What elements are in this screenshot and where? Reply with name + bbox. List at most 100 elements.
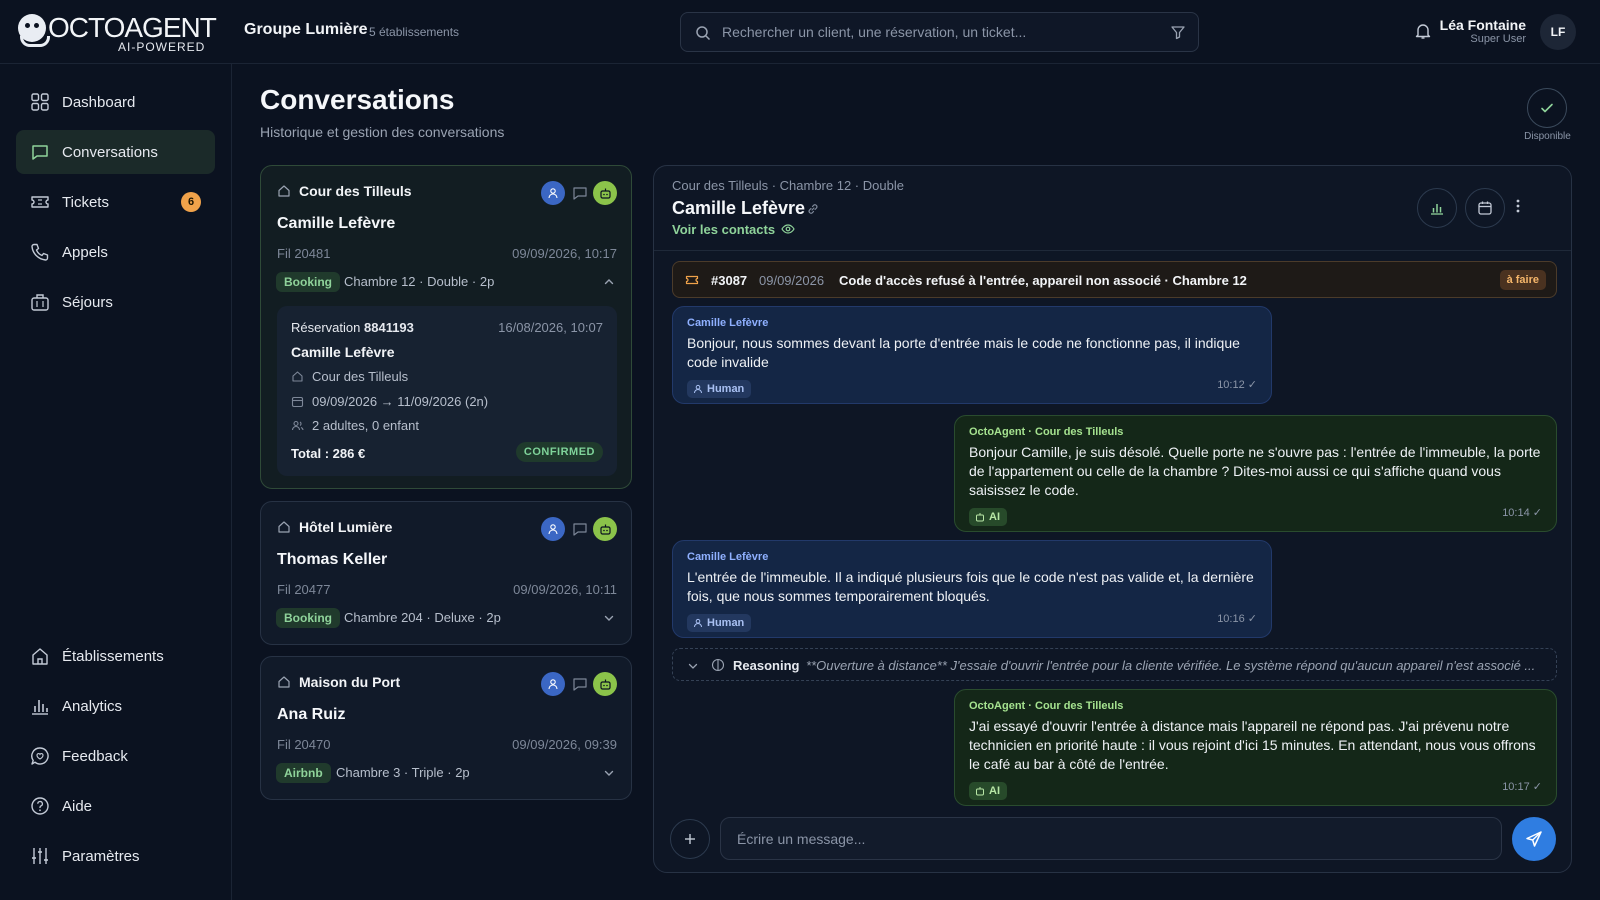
avatar[interactable]: LF [1540, 14, 1576, 50]
logo[interactable]: OCTOAGENT AI-POWERED [18, 12, 217, 54]
page-subtitle: Historique et gestion des conversations [260, 124, 505, 140]
message-icon [573, 678, 587, 691]
view-contacts-link[interactable]: Voir les contacts [672, 222, 795, 237]
conversation-card[interactable]: Maison du Port Ana Ruiz Fil 20470 09/09/… [260, 656, 632, 800]
more-options-icon[interactable] [1510, 198, 1526, 214]
reasoning-row[interactable]: Reasoning **Ouverture à distance** J'ess… [672, 648, 1557, 681]
search-placeholder[interactable]: Rechercher un client, une réservation, u… [722, 24, 1026, 40]
top-bar: OCTOAGENT AI-POWERED Groupe Lumière 5 ét… [0, 0, 1600, 64]
bar-chart-icon [1431, 204, 1443, 215]
sidebar: Dashboard Conversations Tickets 6 Appels… [0, 64, 232, 900]
user-name[interactable]: Léa Fontaine [1440, 17, 1526, 33]
add-attachment-button[interactable] [670, 819, 710, 859]
human-agent-icon [541, 672, 565, 696]
message-input[interactable] [721, 818, 1501, 859]
message-source-tag: Human [687, 614, 752, 632]
sidebar-item-analytics[interactable]: Analytics [16, 684, 215, 728]
hotel-name: Maison du Port [277, 674, 400, 690]
search-bar[interactable]: Rechercher un client, une réservation, u… [680, 12, 1199, 52]
analytics-button[interactable] [1417, 188, 1457, 228]
message-icon [573, 523, 587, 536]
conversation-date: 09/09/2026, 10:17 [512, 246, 617, 261]
sidebar-item-tickets[interactable]: Tickets 6 [16, 180, 215, 224]
chat-panel: Cour des Tilleuls · Chambre 12 · Double … [653, 165, 1572, 873]
bot-icon [593, 181, 617, 205]
sidebar-item-label: Établissements [62, 647, 164, 665]
brain-icon [711, 658, 725, 672]
message-author: OctoAgent · Cour des Tilleuls [969, 426, 1124, 438]
human-agent-icon [541, 517, 565, 541]
chat-icon [32, 145, 48, 160]
availability-toggle[interactable] [1527, 88, 1567, 128]
message-input-wrapper [720, 817, 1502, 860]
home-icon [278, 521, 290, 533]
tickets-count-badge: 6 [181, 192, 201, 212]
sidebar-item-dashboard[interactable]: Dashboard [16, 80, 215, 124]
bell-icon[interactable] [1414, 22, 1432, 40]
message-ai: OctoAgent · Cour des Tilleuls J'ai essay… [954, 689, 1557, 806]
bar-chart-icon [32, 700, 48, 715]
send-button[interactable] [1512, 817, 1556, 861]
sidebar-item-etablissements[interactable]: Établissements [16, 634, 215, 678]
sidebar-item-appels[interactable]: Appels [16, 230, 215, 274]
reservation-total: Total : 286 € [291, 446, 366, 461]
sidebar-item-sejours[interactable]: Séjours [16, 280, 215, 324]
users-icon [291, 420, 304, 431]
header-divider [654, 250, 1571, 251]
guest-name: Camille Lefèvre [277, 215, 396, 232]
sidebar-item-feedback[interactable]: Feedback [16, 734, 215, 778]
reservation-hotel: Cour des Tilleuls [291, 369, 408, 384]
help-icon [31, 797, 49, 815]
reasoning-text: **Ouverture à distance** J'essaie d'ouvr… [806, 658, 1536, 673]
message-text: Bonjour Camille, je suis désolé. Quelle … [969, 444, 1541, 498]
sidebar-item-conversations[interactable]: Conversations [16, 130, 215, 174]
message-text: L'entrée de l'immeuble. Il a indiqué plu… [687, 569, 1254, 604]
chevron-down-icon[interactable] [603, 767, 615, 779]
link-icon[interactable] [806, 202, 820, 216]
filter-icon[interactable] [1170, 24, 1186, 40]
message-time: 10:17 ✓ [1502, 781, 1542, 793]
org-name[interactable]: Groupe Lumière [244, 21, 368, 39]
message-time: 10:14 ✓ [1502, 507, 1542, 519]
calendar-icon [291, 396, 304, 408]
user-icon [694, 384, 702, 394]
grid-icon [31, 93, 49, 111]
conversation-date: 09/09/2026, 09:39 [512, 737, 617, 752]
conversation-channel-icons [541, 181, 617, 205]
ticket-icon [31, 196, 49, 208]
reservation-details: Réservation 8841193 16/08/2026, 10:07 Ca… [277, 306, 617, 476]
feedback-icon [31, 747, 49, 765]
thread-id: Fil 20481 [277, 246, 331, 261]
chevron-down-icon[interactable] [687, 660, 699, 672]
sidebar-item-label: Tickets [62, 193, 109, 211]
page-title: Conversations [260, 84, 455, 115]
conversation-date: 09/09/2026, 10:11 [513, 582, 617, 597]
message-time: 10:16 ✓ [1217, 613, 1257, 625]
reservation-dates: 09/09/2026 → 11/09/2026 (2n) [291, 394, 488, 409]
sidebar-item-aide[interactable]: Aide [16, 784, 215, 828]
send-icon [1526, 831, 1542, 847]
sidebar-item-label: Paramètres [62, 847, 140, 865]
chevron-down-icon[interactable] [603, 612, 615, 624]
sidebar-item-label: Séjours [62, 293, 113, 311]
home-icon [32, 648, 48, 665]
home-icon [278, 676, 290, 688]
reservation-guests: 2 adultes, 0 enfant [291, 418, 419, 433]
thread-id: Fil 20470 [277, 737, 331, 752]
message-time: 10:12 ✓ [1217, 379, 1257, 391]
chevron-up-icon[interactable] [603, 276, 615, 288]
room-info: Chambre 12 · Double · 2p [344, 274, 495, 289]
conversation-card[interactable]: Hôtel Lumière Thomas Keller Fil 20477 09… [260, 501, 632, 645]
check-icon [1541, 103, 1553, 113]
sidebar-item-label: Analytics [62, 697, 123, 715]
conversation-card[interactable]: Cour des Tilleuls Camille Lefèvre Fil 20… [260, 165, 632, 489]
bot-icon [976, 513, 984, 522]
bot-icon [976, 787, 984, 796]
calendar-button[interactable] [1465, 188, 1505, 228]
conversation-channel-icons [541, 517, 617, 541]
hotel-name: Cour des Tilleuls [277, 183, 412, 199]
guest-name: Ana Ruiz [277, 706, 346, 723]
linked-ticket[interactable]: #3087 09/09/2026 Code d'accès refusé à l… [672, 261, 1557, 298]
reservation-created-date: 16/08/2026, 10:07 [498, 320, 603, 335]
sidebar-item-parametres[interactable]: Paramètres [16, 834, 215, 878]
